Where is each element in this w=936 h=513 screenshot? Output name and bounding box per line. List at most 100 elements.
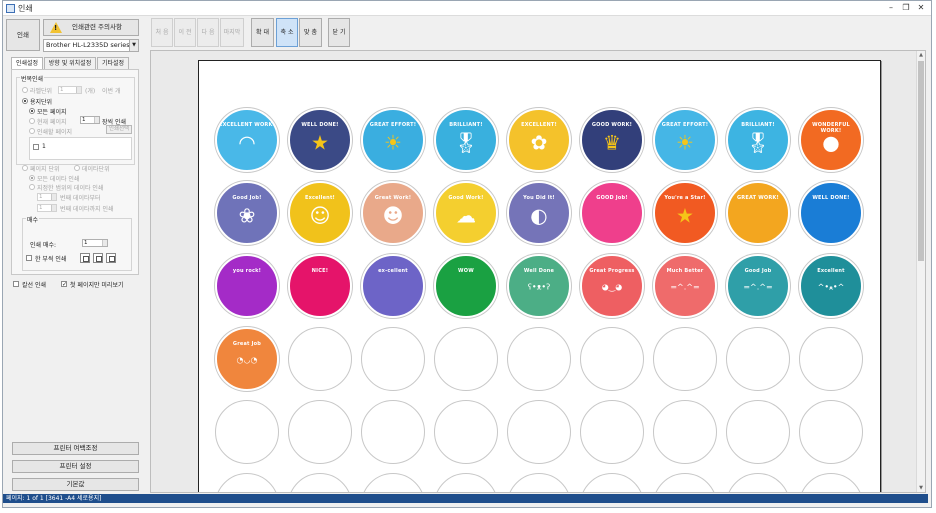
to-data-stepper[interactable]: 1 xyxy=(37,204,57,212)
fit-preview-label: 첫 페이지만 미리보기 xyxy=(70,282,124,289)
sticker: Excellent ^•ﻌ•^ xyxy=(799,254,863,318)
collate-mode-3-icon[interactable] xyxy=(106,253,116,263)
printer-select-value: Brother HL-L2335D series[ xyxy=(46,41,133,49)
label-unit-radio[interactable] xyxy=(22,87,28,93)
collate-mode-1-icon[interactable] xyxy=(80,253,90,263)
first-page-button[interactable]: 처 음 xyxy=(151,18,173,47)
sun-icon: ☀ xyxy=(384,130,402,155)
defaults-button[interactable]: 기본값 xyxy=(12,478,139,491)
print-settings-panel: 번복인쇄 라벨단위 1 (개) 이번 개 용지단위 모든 페이지 현재 페이지 … xyxy=(11,69,139,275)
sheet-unit-radio[interactable] xyxy=(22,98,28,104)
prev-page-button[interactable]: 이 전 xyxy=(174,18,196,47)
empty-label-slot xyxy=(799,400,863,464)
girl-face-icon: ☺ xyxy=(309,203,331,228)
fit-preview-checkbox[interactable]: ✓ xyxy=(61,281,67,288)
empty-label-slot xyxy=(726,327,790,391)
minimize-button[interactable]: – xyxy=(885,2,897,14)
tab-orientation[interactable]: 방향 및 위치설정 xyxy=(44,57,96,69)
penguin-icon: ◔◡◔ xyxy=(236,355,258,365)
collate-checkbox[interactable] xyxy=(26,255,32,261)
empty-label-slot xyxy=(215,400,279,464)
stepper-arrows-icon[interactable] xyxy=(102,240,107,246)
restore-button[interactable]: ❐ xyxy=(900,2,912,14)
empty-label-slot xyxy=(434,400,498,464)
current-page-stepper[interactable]: 1 xyxy=(80,116,100,124)
tulip-icon: ❀ xyxy=(238,203,256,228)
empty-label-slot xyxy=(799,327,863,391)
sticker-text: WOW xyxy=(458,268,474,274)
sticker-text: GREAT EFFORT! xyxy=(369,122,417,128)
sticker: you rock! xyxy=(215,254,279,318)
close-button[interactable]: 닫 기 xyxy=(328,18,350,47)
last-page-button[interactable]: 마지막 xyxy=(220,18,244,47)
sticker: GOOD WORK! ♛ xyxy=(580,108,644,172)
sticker: WELL DONE! xyxy=(799,181,863,245)
empty-label-slot xyxy=(726,400,790,464)
sticker-text: Much Better xyxy=(666,268,704,274)
chevron-down-icon[interactable]: ▼ xyxy=(129,40,138,51)
printer-select[interactable]: Brother HL-L2335D series[ ▼ xyxy=(43,39,139,52)
label-unit-value: 1 xyxy=(60,87,64,93)
empty-label-slot xyxy=(653,473,717,492)
data-unit-radio[interactable] xyxy=(74,165,80,171)
page-input-value: 1 xyxy=(42,143,46,150)
range-data-radio[interactable] xyxy=(29,184,35,190)
pages-to-print-radio[interactable] xyxy=(29,128,35,134)
print-notice-button[interactable]: 인쇄관련 주의사항 xyxy=(43,19,139,36)
sticker: WOW xyxy=(434,254,498,318)
fit-button[interactable]: 맞 춤 xyxy=(299,18,322,47)
copies-group-title: 매수 xyxy=(26,215,40,224)
preview-area[interactable]: EXCELLENT WORK! ◠ WELL DONE! ★ GREAT EFFORT!… xyxy=(150,50,926,493)
vertical-scrollbar[interactable]: ▲ ▼ xyxy=(916,51,925,492)
current-page-radio[interactable] xyxy=(29,118,35,124)
empty-label-slot xyxy=(580,473,644,492)
copies-stepper[interactable]: 1 xyxy=(82,239,108,247)
cloud-icon: ☁ xyxy=(456,203,476,228)
stepper-arrows-icon[interactable] xyxy=(51,205,56,211)
lemon-icon: ◐ xyxy=(530,203,548,228)
all-data-radio[interactable] xyxy=(29,175,35,181)
page-unit-label: 페이지 단위 xyxy=(30,166,60,173)
copies-label: 인쇄 매수: xyxy=(30,242,57,249)
printer-settings-button[interactable]: 프린터 설정 xyxy=(12,460,139,473)
tab-other[interactable]: 기타설정 xyxy=(97,57,129,69)
scroll-down-icon[interactable]: ▼ xyxy=(917,484,925,492)
print-notice-label: 인쇄관련 주의사항 xyxy=(72,23,122,31)
scrollbar-thumb[interactable] xyxy=(918,61,924,261)
sticker-text: EXCELLENT WORK! xyxy=(218,122,276,128)
sticker-text: you rock! xyxy=(232,268,262,274)
next-page-button[interactable]: 다 음 xyxy=(197,18,219,47)
star-icon: ★ xyxy=(676,203,694,228)
zoom-in-button[interactable]: 확 대 xyxy=(251,18,274,47)
cutline-checkbox[interactable] xyxy=(13,281,19,287)
from-data-stepper[interactable]: 1 xyxy=(37,193,57,201)
range-data-label: 지정한 범위의 데이타 인쇄 xyxy=(37,185,104,192)
stepper-arrows-icon[interactable] xyxy=(94,117,99,123)
page-checkbox[interactable] xyxy=(33,144,39,150)
range-select-button[interactable]: 인쇄선택 xyxy=(106,125,132,134)
sticker-text: Great Progress xyxy=(589,268,635,274)
zoom-out-button[interactable]: 축 소 xyxy=(276,18,298,47)
rainbow-icon: ◠ xyxy=(238,130,256,155)
sticker: Much Better =^.^= xyxy=(653,254,717,318)
empty-label-slot xyxy=(726,473,790,492)
sticker: EXCELLENT WORK! ◠ xyxy=(215,108,279,172)
scroll-up-icon[interactable]: ▲ xyxy=(917,51,925,59)
collate-mode-2-icon[interactable] xyxy=(93,253,103,263)
sticker-text: BRILLIANT! xyxy=(449,122,483,128)
close-window-button[interactable]: ✕ xyxy=(915,2,927,14)
printer-margin-button[interactable]: 프린터 여백조정 xyxy=(12,442,139,455)
stepper-arrows-icon[interactable] xyxy=(76,87,81,93)
crown-icon: ♛ xyxy=(603,130,621,155)
print-button[interactable]: 인쇄 xyxy=(6,19,40,51)
sticker-text: Great Job xyxy=(232,341,262,347)
stepper-arrows-icon[interactable] xyxy=(51,194,56,200)
all-pages-radio[interactable] xyxy=(29,108,35,114)
sticker-text: BRILLIANT! xyxy=(741,122,775,128)
sticker: Well Done ʕ•ᴥ•ʔ xyxy=(507,254,571,318)
bear-icon: ʕ•ᴥ•ʔ xyxy=(527,282,551,292)
page-unit-radio[interactable] xyxy=(22,165,28,171)
label-unit-stepper[interactable]: 1 xyxy=(58,86,82,94)
empty-label-slot xyxy=(653,327,717,391)
sticker: BRILLIANT! 🎖 xyxy=(434,108,498,172)
